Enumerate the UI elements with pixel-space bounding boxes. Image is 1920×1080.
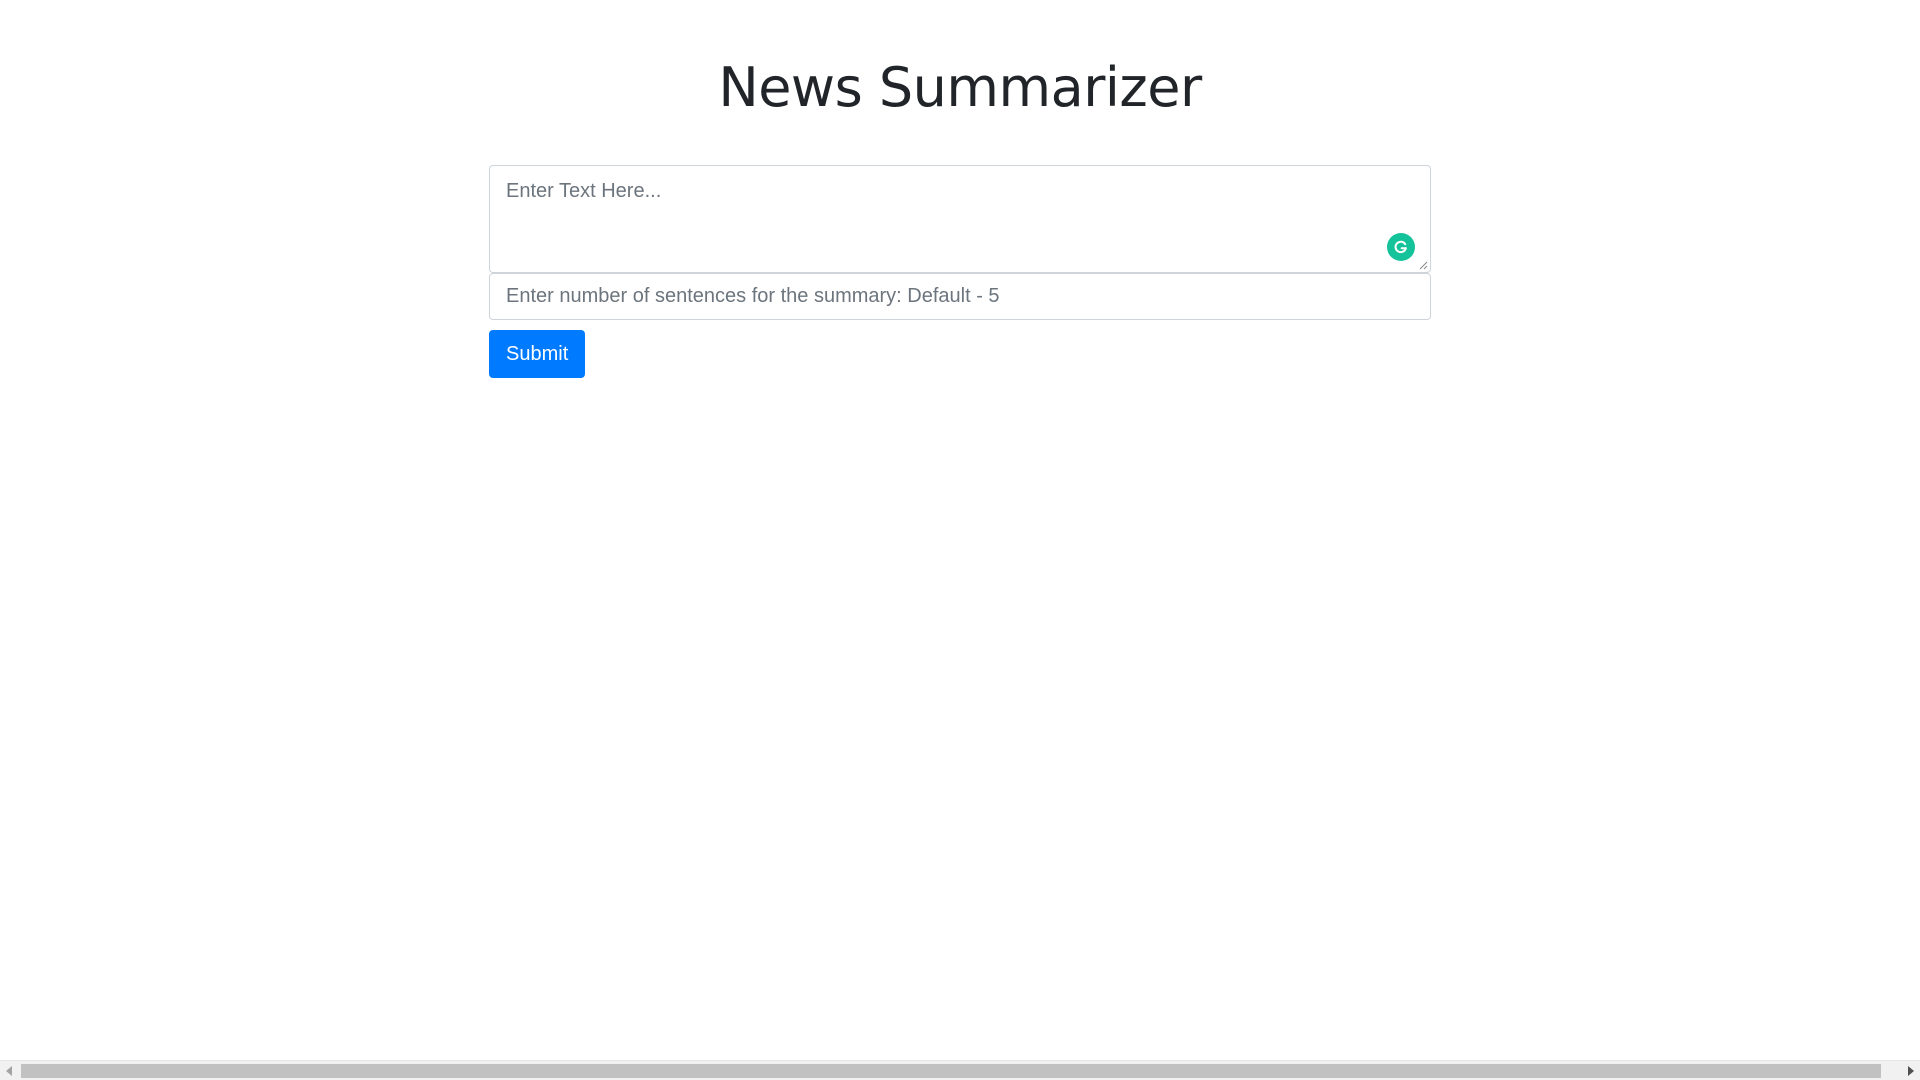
page-title: News Summarizer [718, 56, 1202, 119]
horizontal-scrollbar[interactable] [0, 1060, 1920, 1080]
summarize-form: Submit [489, 165, 1431, 378]
grammarly-icon[interactable] [1387, 233, 1415, 261]
scroll-left-arrow-icon[interactable] [6, 1066, 12, 1076]
scrollbar-thumb[interactable] [21, 1064, 1881, 1078]
scroll-right-arrow-icon[interactable] [1908, 1066, 1914, 1076]
resize-handle-icon[interactable] [1418, 260, 1428, 270]
grammarly-glyph [1394, 240, 1407, 254]
page: News Summarizer Submit [0, 0, 1920, 1080]
article-text-input[interactable] [489, 165, 1431, 273]
sentence-count-input[interactable] [489, 273, 1431, 320]
text-input-wrapper [489, 165, 1431, 273]
submit-button[interactable]: Submit [489, 330, 586, 378]
